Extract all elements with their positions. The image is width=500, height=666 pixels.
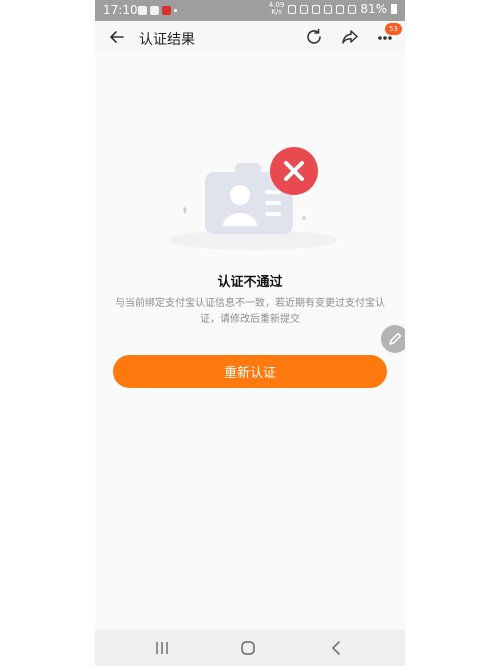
system-nav-bar bbox=[95, 630, 405, 666]
network-speed-unit: K/s bbox=[271, 8, 282, 16]
retry-verification-button[interactable]: 重新认证 bbox=[113, 355, 387, 388]
back-nav-icon[interactable] bbox=[327, 639, 345, 657]
back-arrow-icon[interactable] bbox=[107, 27, 127, 47]
image-icon bbox=[150, 6, 159, 15]
edit-float-button[interactable] bbox=[381, 325, 405, 353]
status-notification-icons bbox=[138, 5, 177, 16]
edit-pencil-icon bbox=[389, 332, 402, 345]
signal-icon bbox=[324, 4, 333, 14]
result-title: 认证不通过 bbox=[217, 275, 283, 290]
home-icon[interactable] bbox=[239, 639, 257, 657]
status-bar: 17:10 4.09 K/s 81% bbox=[95, 0, 405, 21]
phone-screen: 17:10 4.09 K/s 81% 认证结果 53 认证不通过 与当前绑定支付… bbox=[95, 0, 405, 666]
status-time: 17:10 bbox=[103, 3, 138, 17]
share-icon[interactable] bbox=[340, 27, 360, 47]
refresh-icon[interactable] bbox=[304, 27, 324, 47]
nav-bar: 认证结果 53 bbox=[95, 21, 405, 54]
status-right-group: 4.09 K/s 81% bbox=[269, 2, 397, 16]
bluetooth-icon bbox=[300, 4, 309, 14]
more-notifications-dot bbox=[174, 9, 177, 12]
battery-icon bbox=[391, 4, 397, 14]
network-speed: 4.09 K/s bbox=[269, 2, 285, 16]
page-title: 认证结果 bbox=[139, 32, 195, 48]
battery-percent: 81% bbox=[360, 2, 387, 16]
wifi-icon bbox=[336, 4, 345, 14]
result-description: 与当前绑定支付宝认证信息不一致，若近期有变更过支付宝认证，请修改后重新提交 bbox=[115, 298, 385, 325]
alarm-icon bbox=[288, 4, 297, 14]
message-icon bbox=[138, 6, 147, 15]
message-count-badge: 53 bbox=[385, 23, 402, 35]
error-x-icon bbox=[270, 147, 318, 195]
app-notification-icon bbox=[162, 6, 171, 15]
cellular-icon bbox=[348, 4, 357, 14]
recent-apps-icon[interactable] bbox=[153, 639, 171, 657]
mute-icon bbox=[312, 4, 321, 14]
